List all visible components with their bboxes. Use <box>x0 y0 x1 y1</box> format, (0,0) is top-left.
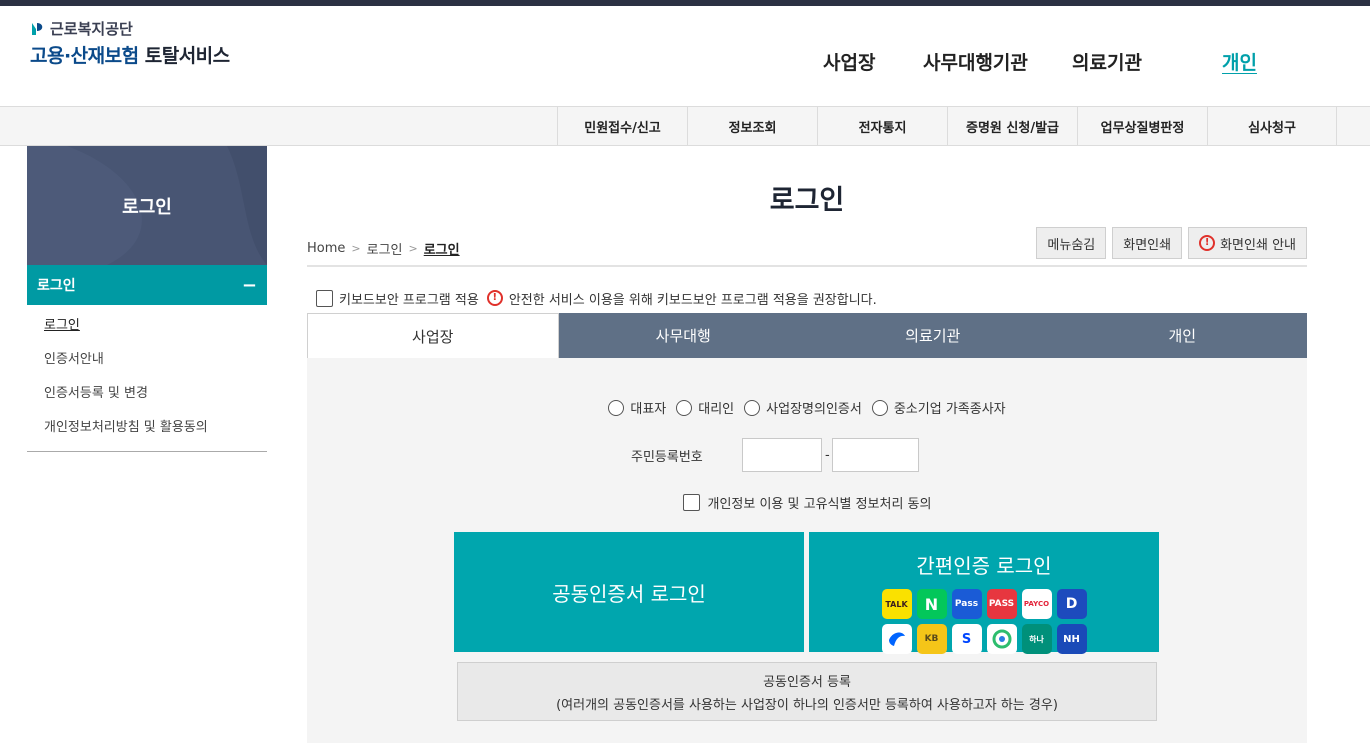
kb-icon[interactable]: KB <box>916 624 947 654</box>
role-option-family-worker[interactable]: 중소기업 가족종사자 <box>871 398 1006 417</box>
tab-agency[interactable]: 사무대행 <box>558 313 808 358</box>
keyboard-security-row: 키보드보안 프로그램 적용 ! 안전한 서비스 이용을 위해 키보드보안 프로그… <box>316 287 1307 309</box>
role-option-corporate-cert[interactable]: 사업장명의인증서 <box>744 398 862 417</box>
shinhan-icon[interactable]: S <box>951 624 982 654</box>
woori-icon[interactable] <box>986 624 1017 654</box>
radio-button[interactable] <box>744 399 761 416</box>
cert-register-desc: (여러개의 공동인증서를 사용하는 사업장이 하나의 인증서만 등록하여 사용하… <box>556 697 1058 713</box>
main-content: 로그인 Home > 로그인 > 로그인 메뉴숨김 화면인쇄 ! 화면인쇄 안내… <box>307 146 1307 743</box>
role-label: 중소기업 가족종사자 <box>893 402 1006 417</box>
toss-icon[interactable] <box>881 624 912 654</box>
subnav-item-info[interactable]: 정보조회 <box>687 107 817 146</box>
breadcrumb-current[interactable]: 로그인 <box>424 239 460 258</box>
ssn-back-input[interactable] <box>832 438 919 472</box>
ssn-separator: - <box>825 448 830 463</box>
tab-individual[interactable]: 개인 <box>1057 313 1307 358</box>
cert-register-button[interactable]: 공동인증서 등록 (여러개의 공동인증서를 사용하는 사업장이 하나의 인증서만… <box>457 662 1157 721</box>
tab-medical[interactable]: 의료기관 <box>808 313 1058 358</box>
sidebar-section-login[interactable]: 로그인 − <box>27 265 267 305</box>
print-guide-label: 화면인쇄 안내 <box>1220 237 1296 253</box>
page-tools: 메뉴숨김 화면인쇄 ! 화면인쇄 안내 <box>1036 227 1307 259</box>
radio-button[interactable] <box>676 399 693 416</box>
subnav-item-disease[interactable]: 업무상질병판정 <box>1077 107 1207 146</box>
simple-login-button[interactable]: 간편인증 로그인 TALK N Pass PASS PAYCO D KB S 하… <box>809 532 1159 654</box>
role-label: 대리인 <box>698 402 735 417</box>
kakao-talk-icon[interactable]: TALK <box>881 589 912 619</box>
chevron-right-icon: > <box>408 242 418 255</box>
naver-icon[interactable]: N <box>916 589 947 619</box>
toss-logo <box>888 632 905 646</box>
org-name: 근로복지공단 <box>30 18 230 39</box>
ssn-label: 주민등록번호 <box>631 450 703 465</box>
simple-auth-icons: TALK N Pass PASS PAYCO D KB S 하나 NH <box>881 589 1087 654</box>
dream-icon[interactable]: D <box>1056 589 1087 619</box>
sidebar: 로그인 로그인 − 로그인 인증서안내 인증서등록 및 변경 개인정보처리방침 … <box>27 146 267 452</box>
nh-icon[interactable]: NH <box>1056 624 1087 654</box>
site-header: 근로복지공단 고용·산재보험 토탈서비스 사업장 사무대행기관 의료기관 개인 <box>0 6 1370 106</box>
breadcrumb-home[interactable]: Home <box>307 241 345 256</box>
ssn-row: 주민등록번호 - <box>307 438 1307 472</box>
simple-login-label: 간편인증 로그인 <box>916 554 1052 578</box>
tab-workplace[interactable]: 사업장 <box>307 313 559 358</box>
role-radio-group: 대표자 대리인 사업장명의인증서 중소기업 가족종사자 <box>307 398 1307 417</box>
page-title: 로그인 <box>769 185 845 216</box>
breadcrumb-row: Home > 로그인 > 로그인 메뉴숨김 화면인쇄 ! 화면인쇄 안내 <box>307 227 1307 267</box>
role-option-agent[interactable]: 대리인 <box>676 398 734 417</box>
privacy-agree-row: 개인정보 이용 및 고유식별 정보처리 동의 <box>307 493 1307 512</box>
sidebar-menu: 로그인 인증서안내 인증서등록 및 변경 개인정보처리방침 및 활용동의 <box>27 305 267 452</box>
role-label: 대표자 <box>630 402 667 417</box>
sidebar-item-privacy[interactable]: 개인정보처리방침 및 활용동의 <box>27 411 267 445</box>
subnav-item-certificate[interactable]: 증명원 신청/발급 <box>947 107 1077 146</box>
breadcrumb-level1[interactable]: 로그인 <box>367 239 403 258</box>
keyboard-security-notice: 안전한 서비스 이용을 위해 키보드보안 프로그램 적용을 권장합니다. <box>508 292 877 308</box>
login-panel: 대표자 대리인 사업장명의인증서 중소기업 가족종사자 주민등록번호 - 개인정… <box>307 358 1307 743</box>
sidebar-item-login[interactable]: 로그인 <box>27 309 267 343</box>
radio-button[interactable] <box>871 399 888 416</box>
gnb-individual[interactable]: 개인 <box>1222 48 1257 75</box>
sidebar-header: 로그인 <box>27 146 267 265</box>
hide-menu-button[interactable]: 메뉴숨김 <box>1036 227 1107 259</box>
subnav-item-petition[interactable]: 민원접수/신고 <box>557 107 687 146</box>
role-option-representative[interactable]: 대표자 <box>608 398 666 417</box>
gnb-medical[interactable]: 의료기관 <box>1072 48 1142 75</box>
sidebar-section-label: 로그인 <box>37 278 76 294</box>
sidebar-item-cert-guide[interactable]: 인증서안내 <box>27 343 267 377</box>
sidebar-item-cert-register[interactable]: 인증서등록 및 변경 <box>27 377 267 411</box>
login-type-tabs: 사업장 사무대행 의료기관 개인 <box>307 313 1307 358</box>
subnav-item-review[interactable]: 심사청구 <box>1207 107 1337 146</box>
print-button[interactable]: 화면인쇄 <box>1112 227 1183 259</box>
role-label: 사업장명의인증서 <box>766 402 862 417</box>
pass-icon[interactable]: PASS <box>986 589 1017 619</box>
keyboard-security-label: 키보드보안 프로그램 적용 <box>339 292 479 308</box>
hana-icon[interactable]: 하나 <box>1021 624 1052 654</box>
cert-register-title: 공동인증서 등록 <box>763 674 851 690</box>
login-buttons: 공동인증서 로그인 간편인증 로그인 TALK N Pass PASS PAYC… <box>454 532 1159 654</box>
chevron-right-icon: > <box>351 242 361 255</box>
keyboard-security-checkbox[interactable] <box>316 289 333 307</box>
radio-button[interactable] <box>608 399 625 416</box>
woori-logo <box>992 629 1011 649</box>
samsung-pass-icon[interactable]: Pass <box>951 589 982 619</box>
print-guide-button[interactable]: ! 화면인쇄 안내 <box>1188 227 1307 259</box>
collapse-icon[interactable]: − <box>242 275 257 296</box>
gnb-workplace[interactable]: 사업장 <box>823 48 875 75</box>
subnav-item-enotice[interactable]: 전자통지 <box>817 107 947 146</box>
payco-icon[interactable]: PAYCO <box>1021 589 1052 619</box>
breadcrumb: Home > 로그인 > 로그인 <box>307 239 460 258</box>
main-nav: 사업장 사무대행기관 의료기관 개인 <box>0 48 1370 78</box>
comwel-logo-icon <box>32 22 43 35</box>
cert-login-button[interactable]: 공동인증서 로그인 <box>454 532 804 652</box>
privacy-agree-label: 개인정보 이용 및 고유식별 정보처리 동의 <box>707 497 932 512</box>
alert-icon: ! <box>486 290 503 306</box>
gnb-agency[interactable]: 사무대행기관 <box>923 48 1028 75</box>
ssn-front-input[interactable] <box>742 438 822 472</box>
alert-icon: ! <box>1199 235 1216 251</box>
privacy-agree-checkbox[interactable] <box>682 494 700 511</box>
org-name-text: 근로복지공단 <box>50 20 133 38</box>
sub-nav: 민원접수/신고 정보조회 전자통지 증명원 신청/발급 업무상질병판정 심사청구 <box>0 106 1370 146</box>
sidebar-title: 로그인 <box>122 196 172 218</box>
